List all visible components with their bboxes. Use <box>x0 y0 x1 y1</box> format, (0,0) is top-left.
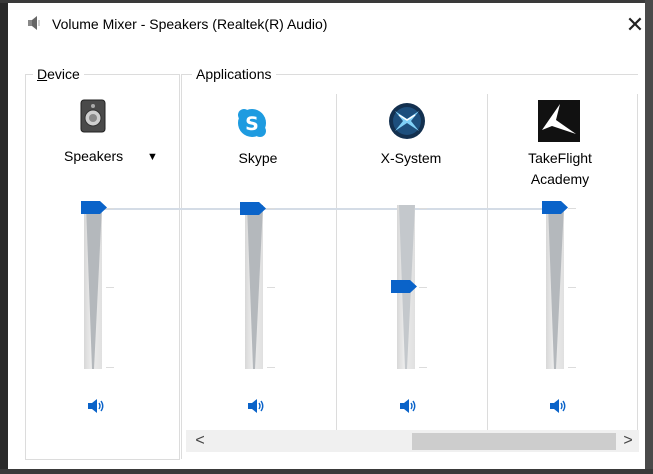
slider-tick <box>267 367 275 368</box>
device-volume-thumb[interactable] <box>81 201 107 214</box>
window-frame-left <box>0 0 8 474</box>
device-group-label: Device <box>33 66 84 82</box>
slider-tick <box>568 367 576 368</box>
chevron-down-icon[interactable]: ▼ <box>147 151 158 163</box>
slider-tick <box>267 208 275 209</box>
scroll-right-button[interactable]: > <box>618 432 638 450</box>
volume-wedge <box>86 205 102 369</box>
window-frame-bottom <box>0 469 653 474</box>
volume-icon[interactable] <box>549 398 567 414</box>
slider-tick <box>568 208 576 209</box>
volume-wedge <box>247 205 263 369</box>
takeflight-volume-thumb[interactable] <box>542 201 568 214</box>
app-name-x-system: X-System <box>380 150 442 166</box>
skype-volume-thumb[interactable] <box>240 202 266 215</box>
slider-tick <box>106 367 114 368</box>
slider-tick <box>267 287 275 288</box>
slider-tick <box>106 208 114 209</box>
window-title: Volume Mixer - Speakers (Realtek(R) Audi… <box>52 16 328 32</box>
volume-icon[interactable] <box>87 398 105 414</box>
scrollbar-thumb[interactable] <box>412 433 616 450</box>
column-separator <box>637 94 638 434</box>
x-system-icon[interactable] <box>387 101 427 141</box>
slider-tick <box>106 287 114 288</box>
slider-tick <box>419 208 427 209</box>
svg-text:S: S <box>245 113 259 135</box>
device-name[interactable]: Speakers <box>64 148 123 164</box>
applications-group-label: Applications <box>192 66 276 82</box>
scroll-left-button[interactable]: < <box>190 432 210 450</box>
close-button[interactable]: ✕ <box>620 10 650 40</box>
app-name-skype: Skype <box>238 150 278 166</box>
column-separator <box>487 94 488 434</box>
column-separator <box>336 94 337 434</box>
speaker-small-icon <box>28 16 40 30</box>
takeflight-icon[interactable] <box>538 100 580 142</box>
slider-tick <box>568 287 576 288</box>
volume-icon[interactable] <box>399 398 417 414</box>
speaker-device-icon[interactable] <box>80 99 106 133</box>
window-frame-right <box>645 0 653 474</box>
master-volume-line <box>104 208 558 210</box>
slider-tick <box>419 367 427 368</box>
app-name-takeflight: TakeFlight Academy <box>528 150 592 187</box>
volume-wedge <box>548 205 564 369</box>
volume-icon[interactable] <box>247 398 265 414</box>
slider-tick <box>419 287 427 288</box>
x-system-volume-thumb[interactable] <box>391 280 417 293</box>
skype-icon[interactable]: S <box>236 107 268 139</box>
